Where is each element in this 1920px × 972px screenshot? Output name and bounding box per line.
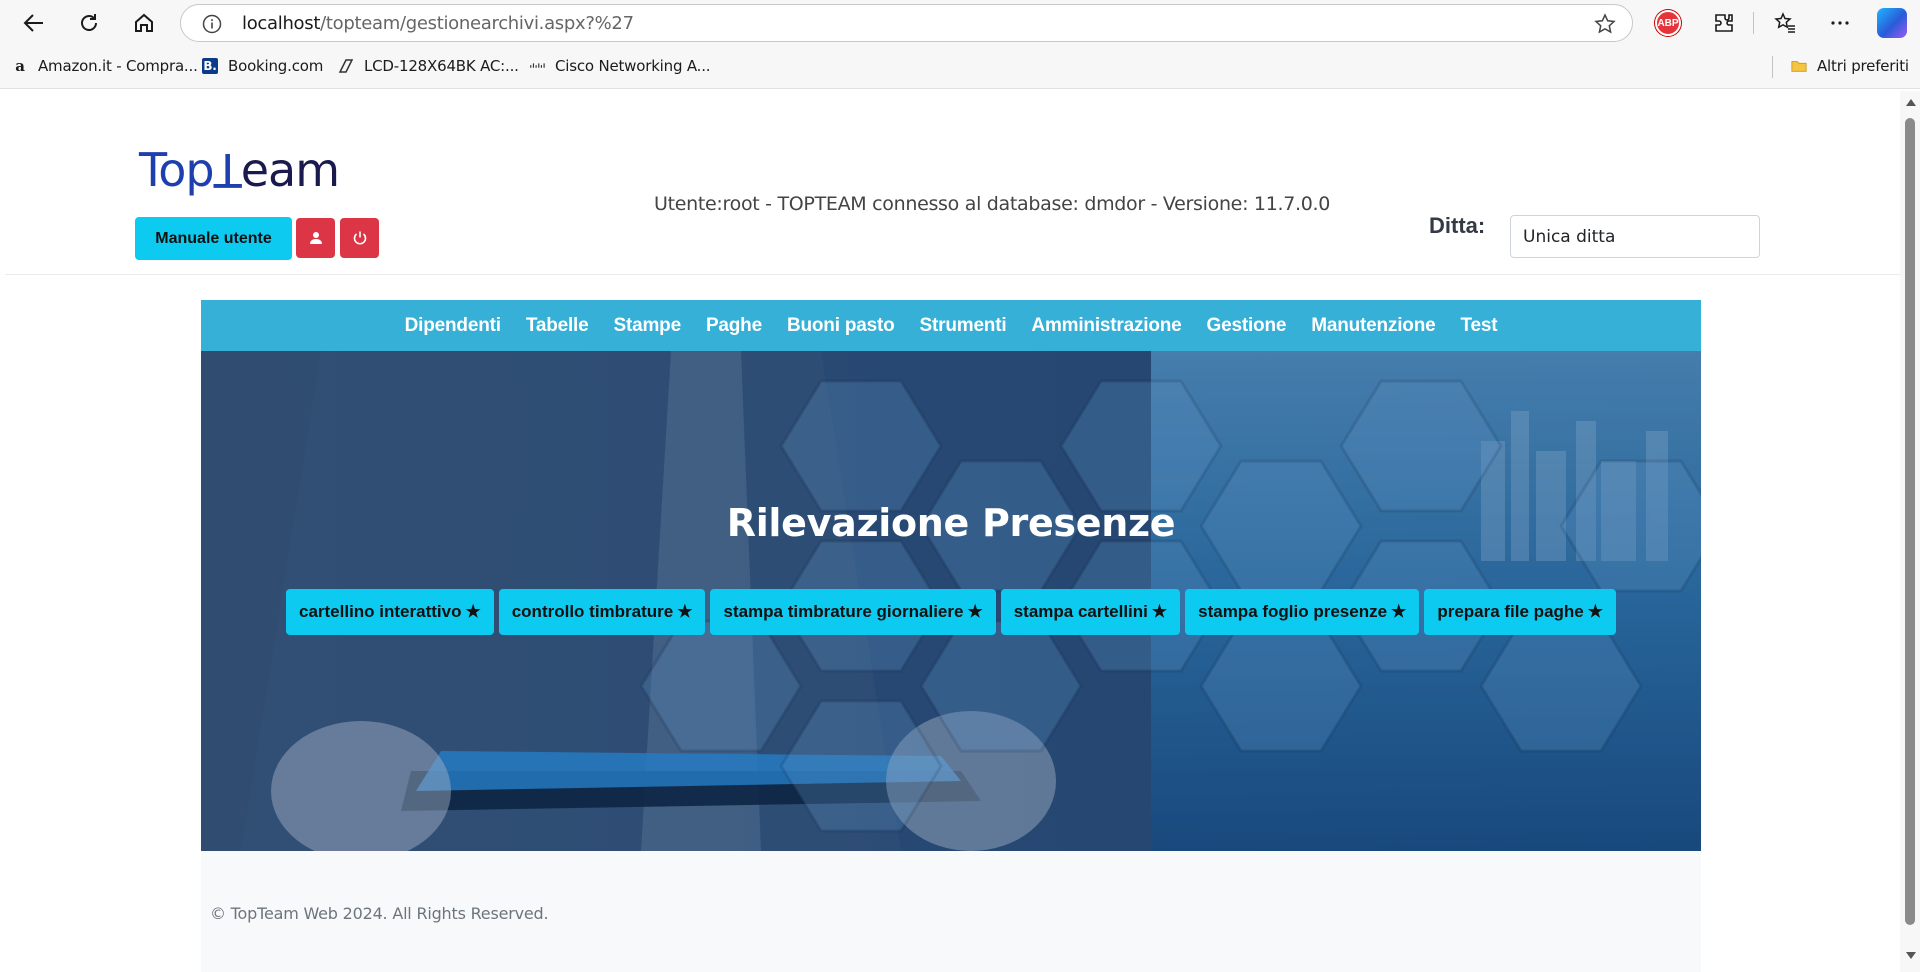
extensions-icon[interactable] <box>1710 9 1738 37</box>
lcd-icon <box>338 58 354 74</box>
hero-quick-actions: cartellino interattivo ★ controllo timbra… <box>201 589 1701 635</box>
ditta-value: Unica ditta <box>1523 226 1616 247</box>
folder-icon <box>1791 58 1807 74</box>
browser-toolbar: localhost/topteam/gestionearchivi.aspx?%… <box>0 0 1920 45</box>
address-bar[interactable]: localhost/topteam/gestionearchivi.aspx?%… <box>180 4 1633 42</box>
bookmark-other-favorites[interactable]: Altri preferiti <box>1791 57 1909 75</box>
power-icon <box>353 231 366 245</box>
booking-icon: B. <box>202 58 218 74</box>
site-info-icon[interactable] <box>202 14 222 39</box>
bookmark-booking[interactable]: B. Booking.com <box>202 57 323 75</box>
back-icon[interactable] <box>17 7 51 39</box>
star-icon: ★ <box>967 602 983 621</box>
more-options-icon[interactable] <box>1826 9 1854 37</box>
hero-banner: Rilevazione Presenze cartellino interatt… <box>201 351 1701 851</box>
star-icon: ★ <box>677 602 693 621</box>
bookmark-label: Altri preferiti <box>1817 57 1909 75</box>
copilot-icon[interactable] <box>1877 8 1907 38</box>
bookmark-label: LCD-128X64BK AC:... <box>364 57 519 75</box>
copyright-text: © TopTeam Web 2024. All Rights Reserved. <box>210 904 549 923</box>
connection-status: Utente:root - TOPTEAM connesso al databa… <box>654 193 1331 215</box>
button-label: stampa cartellini <box>1013 602 1148 621</box>
home-icon[interactable] <box>127 7 161 39</box>
button-label: cartellino interattivo <box>298 602 462 621</box>
menu-item-test[interactable]: Test <box>1448 315 1510 337</box>
user-profile-button[interactable] <box>296 218 335 258</box>
scroll-up-arrow-icon[interactable] <box>1906 99 1916 106</box>
menu-item-manutenzione[interactable]: Manutenzione <box>1299 315 1448 337</box>
prepara-file-paghe-button[interactable]: prepara file paghe ★ <box>1424 589 1616 635</box>
menu-item-strumenti[interactable]: Strumenti <box>907 315 1019 337</box>
adblock-extension-icon[interactable]: ABP <box>1655 10 1681 36</box>
header-divider <box>5 274 1900 275</box>
favorites-icon[interactable] <box>1771 9 1799 37</box>
stampa-timbrature-giornaliere-button[interactable]: stampa timbrature giornaliere ★ <box>710 589 996 635</box>
page-footer: © TopTeam Web 2024. All Rights Reserved. <box>201 851 1701 972</box>
url-path: /topteam/gestionearchivi.aspx?%27 <box>320 12 634 34</box>
bookmark-cisco[interactable]: Cisco Networking A... <box>529 57 711 75</box>
hero-title: Rilevazione Presenze <box>726 501 1176 545</box>
ditta-select[interactable]: Unica ditta <box>1510 215 1760 258</box>
page-viewport: TopTeam Manuale utente Utente:root - TOP… <box>5 91 1900 972</box>
menu-item-stampe[interactable]: Stampe <box>601 315 693 337</box>
menu-item-gestione[interactable]: Gestione <box>1194 315 1299 337</box>
cartellino-interattivo-button[interactable]: cartellino interattivo ★ <box>285 589 494 635</box>
menu-item-dipendenti[interactable]: Dipendenti <box>392 315 513 337</box>
logout-button[interactable] <box>340 218 379 258</box>
star-icon: ★ <box>1391 602 1407 621</box>
cisco-icon <box>529 58 545 74</box>
main-menu: Dipendenti Tabelle Stampe Paghe Buoni pa… <box>201 300 1701 351</box>
bookmark-lcd[interactable]: LCD-128X64BK AC:... <box>338 57 519 75</box>
button-label: stampa timbrature giornaliere <box>723 602 964 621</box>
url-text[interactable]: localhost/topteam/gestionearchivi.aspx?%… <box>242 13 634 34</box>
ditta-label: Ditta: <box>1429 213 1486 238</box>
menu-item-buoni-pasto[interactable]: Buoni pasto <box>774 315 907 337</box>
bookmark-amazon[interactable]: a Amazon.it - Compra... <box>12 57 198 75</box>
user-icon <box>309 232 322 244</box>
star-icon: ★ <box>1587 602 1603 621</box>
controllo-timbrature-button[interactable]: controllo timbrature ★ <box>498 589 706 635</box>
menu-item-paghe[interactable]: Paghe <box>693 315 774 337</box>
bookmarks-separator <box>1772 56 1773 78</box>
manual-button[interactable]: Manuale utente <box>135 217 292 260</box>
amazon-icon: a <box>15 57 25 75</box>
button-label: controllo timbrature <box>511 602 674 621</box>
bookmark-label: Cisco Networking A... <box>555 57 711 75</box>
toolbar-separator <box>1753 12 1754 34</box>
star-icon: ★ <box>1151 602 1168 621</box>
reload-icon[interactable] <box>72 7 106 39</box>
scrollbar-thumb[interactable] <box>1905 118 1915 925</box>
topteam-logo[interactable]: TopTeam <box>139 143 340 197</box>
button-label: prepara file paghe <box>1437 602 1584 621</box>
scroll-down-arrow-icon[interactable] <box>1906 952 1916 959</box>
url-host: localhost <box>242 12 321 34</box>
bookmarks-bar: a Amazon.it - Compra... B. Booking.com L… <box>0 45 1920 89</box>
stampa-foglio-presenze-button[interactable]: stampa foglio presenze ★ <box>1185 589 1420 635</box>
stampa-cartellini-button[interactable]: stampa cartellini ★ <box>1000 589 1181 635</box>
menu-item-tabelle[interactable]: Tabelle <box>513 315 601 337</box>
menu-item-amministrazione[interactable]: Amministrazione <box>1019 315 1194 337</box>
button-label: stampa foglio presenze <box>1198 602 1388 621</box>
favorite-star-icon[interactable] <box>1594 13 1616 40</box>
star-icon: ★ <box>465 602 481 621</box>
bookmark-label: Booking.com <box>228 57 324 75</box>
bookmark-label: Amazon.it - Compra... <box>38 57 198 75</box>
